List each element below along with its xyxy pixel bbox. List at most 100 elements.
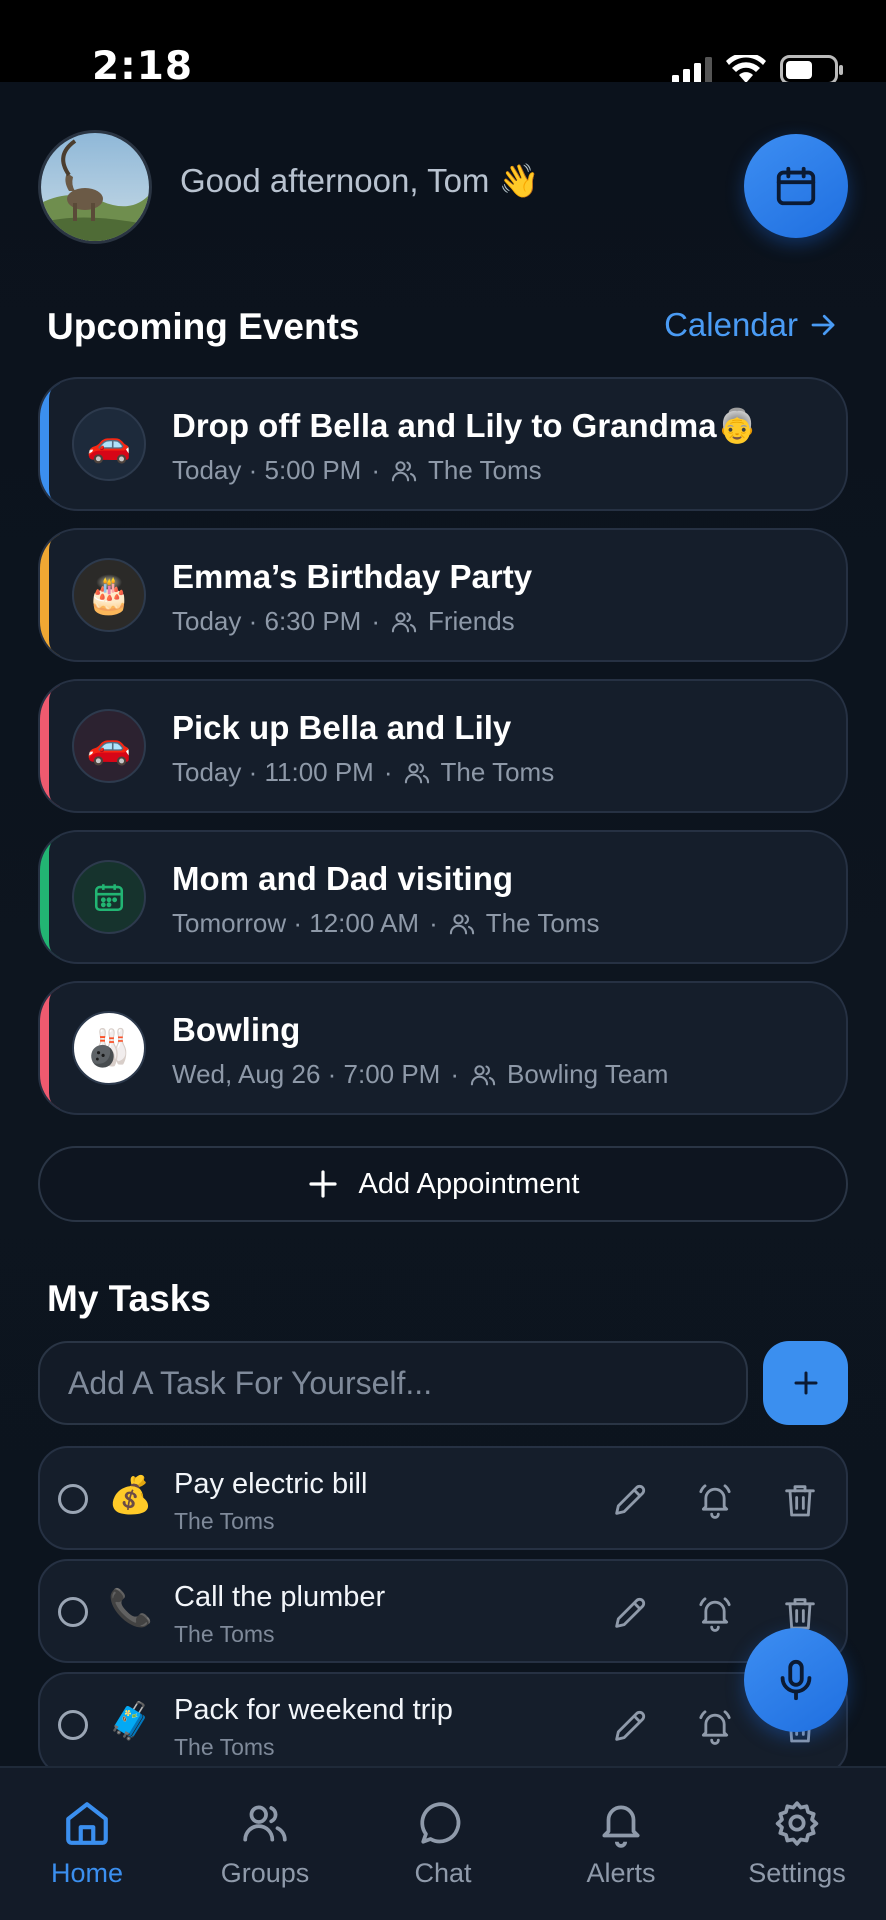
meta-separator: · — [383, 757, 393, 787]
event-group: Friends — [427, 606, 515, 636]
add-appointment-label: Add Appointment — [358, 1167, 580, 1200]
calendar-button[interactable] — [744, 134, 848, 238]
event-emoji: 🚗 — [86, 726, 132, 767]
chat-bubble-icon — [420, 1802, 461, 1844]
tab-settings-label: Settings — [748, 1858, 846, 1888]
event-icon: 🎂 — [72, 558, 146, 632]
event-meta: Today · 6:30 PM · Friends — [172, 606, 515, 637]
plus-icon — [794, 1371, 817, 1395]
edit-task-button[interactable] — [608, 1478, 652, 1522]
event-meta: Wed, Aug 26 · 7:00 PM · Bowling Team — [172, 1059, 668, 1090]
event-time: Today · 11:00 PM — [172, 757, 374, 787]
meta-separator: · — [450, 1059, 460, 1089]
tab-chat[interactable]: Chat — [368, 1798, 518, 1889]
event-card[interactable]: Mom and Dad visiting Tomorrow · 12:00 AM ·… — [38, 830, 848, 964]
task-row[interactable]: 📞 Call the plumber The Toms — [38, 1559, 848, 1663]
event-accent-mask — [49, 983, 69, 1113]
event-accent-mask — [49, 681, 69, 811]
group-icon — [391, 611, 417, 632]
task-checkbox[interactable] — [58, 1597, 88, 1627]
tab-home-label: Home — [50, 1858, 124, 1888]
battery-icon — [780, 55, 843, 85]
greeting-text: Good afternoon, Tom 👋 — [180, 162, 540, 199]
edit-pencil-icon — [615, 1597, 646, 1628]
tab-home[interactable]: Home — [12, 1798, 162, 1889]
event-icon: 🚗 — [72, 407, 146, 481]
event-icon: 🚗 — [72, 709, 146, 783]
status-bar: 2:18 — [0, 0, 886, 89]
trash-icon — [785, 1598, 815, 1630]
calendar-icon — [776, 166, 816, 206]
task-row[interactable]: 🧳 Pack for weekend trip The Toms — [38, 1672, 848, 1776]
event-title: Drop off Bella and Lily to Grandma👵 — [172, 407, 758, 444]
event-group: The Toms — [427, 455, 542, 485]
calendar-icon — [94, 884, 124, 912]
reminder-bell-icon — [699, 1597, 731, 1632]
event-card[interactable]: 🎳 Bowling Wed, Aug 26 · 7:00 PM · Bowling Te… — [38, 981, 848, 1115]
event-accent-mask — [49, 530, 69, 660]
meta-separator: · — [371, 606, 380, 636]
add-task-button[interactable] — [763, 1341, 848, 1425]
event-time: Wed, Aug 26 · 7:00 PM — [172, 1059, 441, 1089]
tab-bar: Home Groups Chat Alerts Settings — [0, 1766, 886, 1920]
task-title: Pay electric bill — [174, 1468, 368, 1500]
reminder-button[interactable] — [693, 1704, 737, 1748]
event-icon — [72, 860, 146, 934]
meta-separator: · — [371, 455, 380, 485]
upcoming-events-title: Upcoming Events — [47, 306, 360, 347]
calendar-link[interactable]: Calendar — [664, 306, 838, 344]
event-group: The Toms — [440, 757, 555, 787]
event-title: Mom and Dad visiting — [172, 860, 514, 897]
event-time: Today · 6:30 PM — [172, 606, 362, 636]
meta-separator: · — [429, 908, 438, 938]
home-icon — [66, 1802, 108, 1845]
tab-alerts-label: Alerts — [586, 1858, 656, 1888]
task-emoji: 🧳 — [108, 1701, 153, 1742]
voice-input-button[interactable] — [744, 1628, 848, 1732]
reminder-button[interactable] — [693, 1591, 737, 1635]
group-icon — [470, 1064, 496, 1085]
add-task-input[interactable] — [38, 1341, 748, 1425]
tab-groups[interactable]: Groups — [190, 1798, 340, 1889]
avatar-image — [41, 133, 149, 241]
task-row[interactable]: 💰 Pay electric bill The Toms — [38, 1446, 848, 1550]
tab-settings[interactable]: Settings — [722, 1798, 872, 1889]
avatar[interactable] — [38, 130, 152, 244]
event-emoji: 🎂 — [86, 575, 132, 616]
delete-task-button[interactable] — [778, 1478, 822, 1522]
my-tasks-title: My Tasks — [47, 1278, 211, 1319]
event-meta: Today · 5:00 PM · The Toms — [172, 455, 542, 486]
arrow-right-icon — [811, 314, 835, 336]
tab-groups-label: Groups — [220, 1858, 310, 1888]
event-card[interactable]: 🎂 Emma’s Birthday Party Today · 6:30 PM · Fr… — [38, 528, 848, 662]
reminder-button[interactable] — [693, 1478, 737, 1522]
tab-chat-label: Chat — [414, 1858, 472, 1888]
cellular-signal-icon — [672, 57, 712, 83]
reminder-bell-icon — [699, 1484, 731, 1519]
edit-task-button[interactable] — [608, 1591, 652, 1635]
reminder-bell-icon — [699, 1710, 731, 1745]
event-card[interactable]: 🚗 Drop off Bella and Lily to Grandma👵 Toda… — [38, 377, 848, 511]
task-checkbox[interactable] — [58, 1710, 88, 1740]
event-title: Emma’s Birthday Party — [172, 558, 533, 595]
users-icon — [243, 1805, 287, 1842]
microphone-icon — [780, 1659, 812, 1701]
event-accent-mask — [49, 832, 69, 962]
event-emoji: 🚗 — [86, 424, 132, 465]
add-appointment-button[interactable]: Add Appointment — [38, 1146, 848, 1222]
event-group: Bowling Team — [507, 1059, 669, 1089]
edit-pencil-icon — [615, 1484, 646, 1515]
tab-alerts[interactable]: Alerts — [546, 1798, 696, 1889]
group-icon — [404, 762, 429, 783]
event-time: Today · 5:00 PM — [172, 455, 362, 485]
task-checkbox[interactable] — [58, 1484, 88, 1514]
trash-icon — [785, 1485, 815, 1517]
task-group: The Toms — [174, 1621, 275, 1647]
task-group: The Toms — [174, 1734, 275, 1760]
wifi-icon — [726, 55, 766, 83]
gear-icon — [775, 1801, 819, 1846]
event-card[interactable]: 🚗 Pick up Bella and Lily Today · 11:00 PM ·… — [38, 679, 848, 813]
event-title: Bowling — [172, 1011, 301, 1048]
edit-task-button[interactable] — [608, 1704, 652, 1748]
group-icon — [391, 460, 417, 481]
